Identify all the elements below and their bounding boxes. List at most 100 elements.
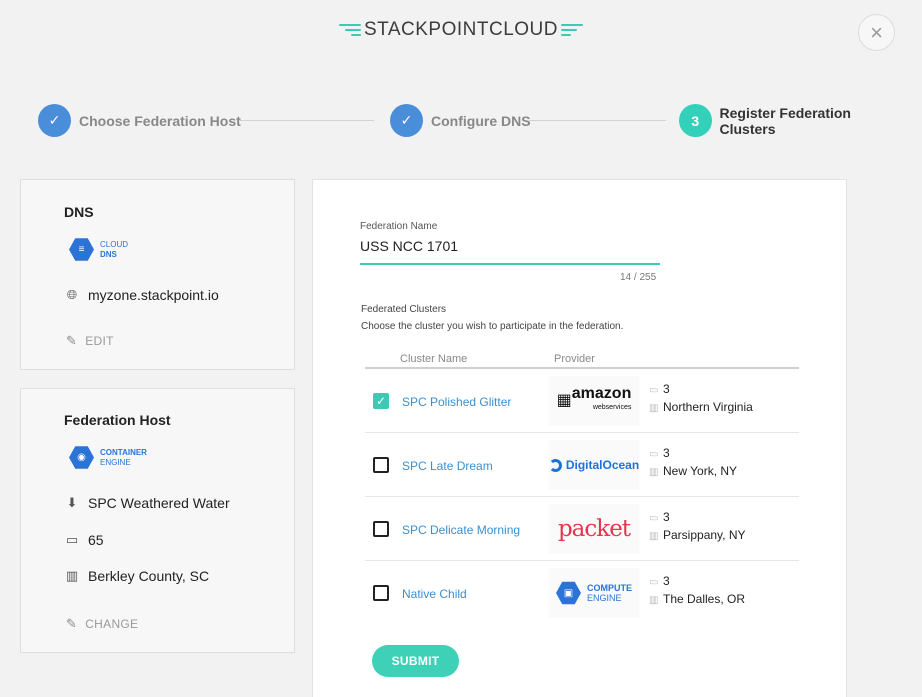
step-connector: [240, 120, 374, 121]
badge-line: CLOUD: [100, 239, 129, 249]
submit-button[interactable]: SUBMIT: [372, 645, 459, 677]
table-row: Native Child ▣ COMPUTE ENGINE ▭ 3 ▥ The Dal…: [365, 561, 799, 625]
cluster-meta: ▭ 3 ▥ New York, NY: [649, 445, 737, 481]
cluster-region: Parsippany, NY: [663, 528, 746, 542]
digitalocean-logo-text: DigitalOcean: [565, 458, 640, 472]
cluster-nodes: 3: [663, 574, 670, 588]
badge-line: COMPUTE: [587, 583, 632, 593]
badge-line: ENGINE: [587, 593, 622, 603]
table-row: SPC Delicate Morning packet ▭ 3 ▥ Parsippa…: [365, 497, 799, 561]
check-icon: ✓: [375, 394, 387, 408]
char-counter: 14 / 255: [620, 272, 657, 283]
edit-button[interactable]: ✎ EDIT: [66, 333, 114, 349]
cluster-name-link[interactable]: SPC Polished Glitter: [402, 395, 511, 409]
federation-host-card: Federation Host ◉ CONTAINER ENGINE ⬇ SPC …: [20, 388, 295, 653]
federation-name-label: Federation Name: [360, 221, 438, 232]
cluster-checkbox[interactable]: ✓: [373, 393, 389, 409]
digitalocean-logo: DigitalOcean: [548, 440, 640, 490]
table-row: SPC Late Dream DigitalOcean ▭ 3 ▥ New York…: [365, 433, 799, 497]
cluster-region: The Dalles, OR: [663, 592, 746, 606]
cloud-dns-badge: ≡ CLOUD DNS: [69, 237, 128, 262]
step-register-federation-clusters[interactable]: 3 Register Federation Clusters: [679, 104, 908, 137]
cluster-meta: ▭ 3 ▥ The Dalles, OR: [649, 573, 745, 609]
compute-engine-logo: ▣ COMPUTE ENGINE: [549, 568, 639, 618]
cloud-dns-icon: ≡: [69, 238, 94, 261]
cluster-meta: ▭ 3 ▥ Parsippany, NY: [649, 509, 745, 545]
building-icon: ▥: [65, 568, 79, 583]
cluster-checkbox[interactable]: [373, 457, 389, 473]
cluster-region: New York, NY: [663, 464, 738, 478]
host-location-row: ▥ Berkley County, SC: [64, 568, 209, 584]
cluster-name-link[interactable]: Native Child: [402, 587, 467, 601]
federated-clusters-title: Federated Clusters: [361, 304, 447, 315]
check-icon: ✓: [390, 104, 423, 137]
cluster-checkbox[interactable]: [373, 521, 389, 537]
pencil-icon: ✎: [66, 333, 78, 348]
pencil-icon: ✎: [66, 616, 78, 631]
host-nodes: 65: [88, 532, 104, 548]
cluster-name-link[interactable]: SPC Late Dream: [402, 459, 493, 473]
dns-card-title: DNS: [64, 204, 94, 220]
building-icon: ▥: [649, 467, 659, 478]
aws-boxes-icon: ▦: [556, 392, 572, 409]
host-cluster-row: ⬇ SPC Weathered Water: [64, 495, 230, 511]
federation-host-title: Federation Host: [64, 412, 171, 428]
dns-zone-row: 🌐︎ myzone.stackpoint.io: [64, 287, 219, 303]
compute-engine-icon: ▣: [556, 581, 581, 605]
edit-label: EDIT: [85, 334, 114, 348]
amazon-web-services-logo: ▦ amazon webservices: [549, 376, 639, 426]
packet-logo: packet: [549, 504, 639, 554]
host-nodes-row: ▭ 65: [64, 532, 104, 548]
host-cluster-name: SPC Weathered Water: [88, 495, 230, 511]
column-header-provider: Provider: [554, 353, 595, 365]
step-configure-dns[interactable]: ✓ Configure DNS: [390, 104, 531, 137]
input-underline: [360, 263, 660, 265]
step-connector: [529, 120, 666, 121]
cluster-nodes: 3: [663, 510, 670, 524]
check-icon: ✓: [38, 104, 71, 137]
logo-word-cloud: CLOUD: [488, 19, 558, 40]
logo-word-point: POINT: [428, 19, 489, 40]
aws-logo-subtext: webservices: [592, 404, 632, 411]
container-engine-icon: ◉: [69, 446, 94, 469]
column-header-cluster-name: Cluster Name: [400, 353, 468, 365]
badge-line: CONTAINER: [100, 447, 147, 457]
step-number: 3: [679, 104, 712, 137]
host-location: Berkley County, SC: [88, 568, 210, 584]
cluster-nodes: 3: [663, 382, 670, 396]
change-label: CHANGE: [85, 617, 139, 631]
badge-line: ENGINE: [100, 457, 131, 467]
dns-card: DNS ≡ CLOUD DNS 🌐︎ myzone.stackpoint.io ✎…: [20, 179, 295, 370]
monitor-icon: ▭: [649, 513, 659, 524]
building-icon: ▥: [649, 403, 659, 414]
building-icon: ▥: [649, 595, 659, 606]
step-choose-federation-host[interactable]: ✓ Choose Federation Host: [38, 104, 241, 137]
monitor-icon: ▭: [65, 532, 79, 547]
wizard-stepper: ✓ Choose Federation Host ✓ Configure DNS…: [38, 104, 908, 138]
cluster-region: Northern Virginia: [663, 400, 753, 414]
cluster-name-link[interactable]: SPC Delicate Morning: [402, 523, 520, 537]
container-engine-badge: ◉ CONTAINER ENGINE: [69, 445, 147, 470]
cluster-meta: ▭ 3 ▥ Northern Virginia: [649, 381, 753, 417]
federation-name-input[interactable]: USS NCC 1701: [360, 238, 458, 254]
globe-icon: 🌐︎: [66, 287, 78, 302]
server-icon: ⬇: [66, 495, 78, 510]
step-label: Configure DNS: [431, 112, 531, 129]
monitor-icon: ▭: [649, 385, 659, 396]
digitalocean-icon: [548, 458, 562, 472]
register-clusters-card: Federation Name USS NCC 1701 14 / 255 Fe…: [312, 179, 847, 697]
step-label: Choose Federation Host: [79, 112, 241, 129]
dns-zone: myzone.stackpoint.io: [88, 287, 219, 303]
cluster-checkbox[interactable]: [373, 585, 389, 601]
logo-left-bars: [338, 24, 361, 36]
stackpointcloud-logo: STACK POINT CLOUD: [0, 19, 922, 41]
table-row: ✓ SPC Polished Glitter ▦ amazon webservic…: [365, 369, 799, 433]
monitor-icon: ▭: [649, 577, 659, 588]
monitor-icon: ▭: [649, 449, 659, 460]
aws-logo-text: amazon: [571, 385, 632, 402]
close-icon: ×: [870, 19, 883, 45]
change-button[interactable]: ✎ CHANGE: [66, 616, 138, 632]
federated-clusters-description: Choose the cluster you wish to participa…: [361, 321, 624, 332]
cluster-nodes: 3: [663, 446, 670, 460]
close-button[interactable]: ×: [858, 14, 895, 51]
